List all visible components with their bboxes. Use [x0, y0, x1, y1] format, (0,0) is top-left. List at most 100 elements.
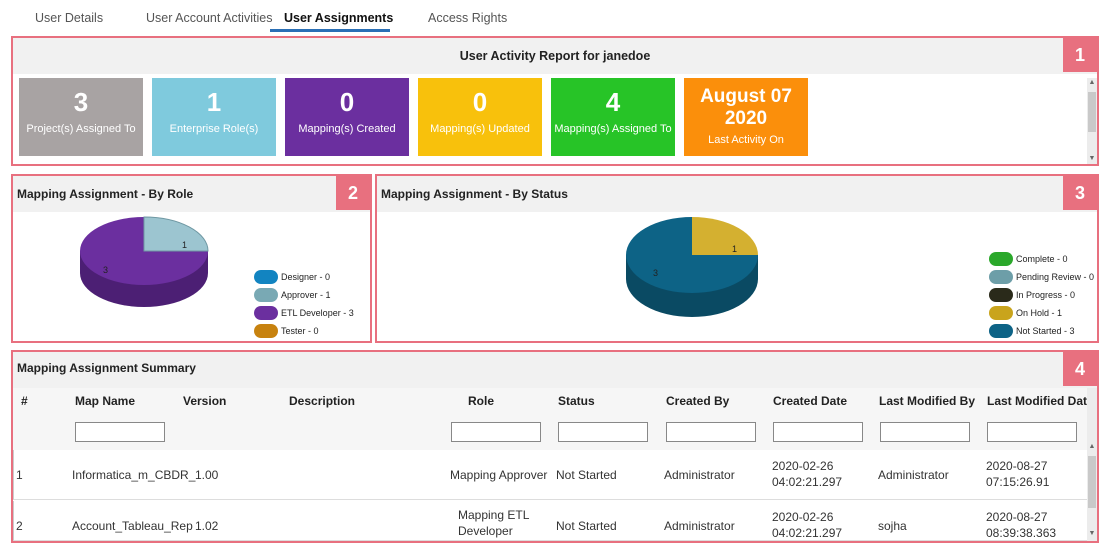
scrollbar-thumb[interactable]	[1088, 456, 1096, 508]
cell-last-modified-date: 2020-08-27 07:15:26.91	[986, 458, 1049, 490]
cell-created-date: 2020-02-26 04:02:21.297	[772, 458, 842, 490]
scrollbar-thumb[interactable]	[1088, 92, 1096, 132]
legend-label: ETL Developer - 3	[281, 308, 354, 318]
cell-role: Mapping Approver	[450, 467, 547, 483]
column-header-last-modified-date[interactable]: Last Modified Date	[987, 394, 1094, 408]
column-header-map-name[interactable]: Map Name	[75, 394, 135, 408]
scroll-up-arrow-icon[interactable]: ▲	[1087, 442, 1097, 452]
cell-status: Not Started	[556, 468, 617, 482]
map-name-filter-input[interactable]	[75, 422, 165, 442]
column-header-role[interactable]: Role	[468, 394, 494, 408]
pie-slice-approver[interactable]	[143, 216, 209, 252]
column-header-status[interactable]: Status	[558, 394, 595, 408]
section-badge-3: 3	[1063, 176, 1097, 210]
scroll-down-arrow-icon[interactable]: ▼	[1087, 529, 1097, 539]
column-header-version[interactable]: Version	[183, 394, 226, 408]
legend-swatch	[254, 324, 278, 338]
legend-tester[interactable]: Tester - 0	[254, 324, 354, 342]
tab-user-assignments[interactable]: User Assignments	[284, 11, 393, 25]
scroll-up-arrow-icon[interactable]: ▲	[1087, 78, 1097, 88]
tile-caption: Mapping(s) Updated	[430, 123, 530, 135]
active-tab-indicator	[270, 29, 390, 32]
legend-swatch	[254, 270, 278, 284]
by-role-header: Mapping Assignment - By Role	[13, 176, 370, 212]
mappings-assigned-tile[interactable]: 4 Mapping(s) Assigned To	[551, 78, 675, 156]
tile-value: 4	[605, 87, 621, 117]
legend-pending-review[interactable]: Pending Review - 0	[989, 270, 1094, 288]
legend-label: In Progress - 0	[1016, 290, 1076, 300]
created-by-filter-input[interactable]	[666, 422, 756, 442]
tile-caption: Last Activity On	[708, 134, 784, 146]
summary-scrollbar[interactable]: ▲ ▼	[1087, 388, 1097, 541]
tile-value: August 07 2020	[700, 86, 792, 129]
status-filter-input[interactable]	[558, 422, 648, 442]
legend-swatch	[254, 288, 278, 302]
pie-label-on-hold: 1	[732, 244, 737, 254]
tile-caption: Enterprise Role(s)	[169, 123, 259, 135]
column-header-description[interactable]: Description	[289, 394, 355, 408]
user-activity-report-panel: User Activity Report for janedoe 1 3 Pro…	[11, 36, 1099, 166]
legend-approver[interactable]: Approver - 1	[254, 288, 354, 306]
legend-complete[interactable]: Complete - 0	[989, 252, 1094, 270]
pie-slice-on-hold[interactable]	[692, 217, 758, 255]
tab-user-account-activities[interactable]: User Account Activities	[146, 11, 272, 25]
by-status-pie-chart[interactable]: 1 3	[377, 212, 977, 342]
cell-version: 1.00	[195, 468, 219, 482]
cell-last-modified-date: 2020-08-27 08:39:38.363	[986, 509, 1056, 540]
column-header-last-modified-by[interactable]: Last Modified By	[879, 394, 975, 408]
cell-status: Not Started	[556, 519, 617, 533]
role-filter-input[interactable]	[451, 422, 541, 442]
cell-last-modified-by: sojha	[878, 519, 907, 533]
tab-access-rights[interactable]: Access Rights	[428, 11, 507, 25]
section-badge-1: 1	[1063, 38, 1097, 72]
by-status-legend: Complete - 0 Pending Review - 0 In Progr…	[989, 252, 1094, 342]
legend-designer[interactable]: Designer - 0	[254, 270, 354, 288]
scroll-down-arrow-icon[interactable]: ▼	[1087, 154, 1097, 164]
enterprise-roles-tile[interactable]: 1 Enterprise Role(s)	[152, 78, 276, 156]
legend-etl-developer[interactable]: ETL Developer - 3	[254, 306, 354, 324]
column-header-created-date[interactable]: Created Date	[773, 394, 847, 408]
last-modified-date-filter-input[interactable]	[987, 422, 1077, 442]
cell-number: 2	[16, 519, 23, 533]
legend-on-hold[interactable]: On Hold - 1	[989, 306, 1094, 324]
grid-header: # Map Name Version Description Role Stat…	[13, 388, 1094, 450]
legend-swatch	[989, 288, 1013, 302]
pie-label-not-started: 3	[653, 268, 658, 278]
legend-label: Not Started - 3	[1016, 326, 1075, 336]
last-modified-by-filter-input[interactable]	[880, 422, 970, 442]
mappings-updated-tile[interactable]: 0 Mapping(s) Updated	[418, 78, 542, 156]
legend-label: Designer - 0	[281, 272, 331, 282]
legend-swatch	[254, 306, 278, 320]
projects-assigned-tile[interactable]: 3 Project(s) Assigned To	[19, 78, 143, 156]
column-header-number[interactable]: #	[21, 394, 28, 408]
section-badge-4: 4	[1063, 352, 1097, 386]
tile-caption: Project(s) Assigned To	[26, 123, 136, 135]
summary-header: Mapping Assignment Summary	[13, 352, 1097, 388]
by-status-title: Mapping Assignment - By Status	[381, 187, 568, 201]
legend-in-progress[interactable]: In Progress - 0	[989, 288, 1094, 306]
tile-value: 0	[472, 87, 488, 117]
by-role-title: Mapping Assignment - By Role	[17, 187, 194, 201]
by-status-header: Mapping Assignment - By Status	[377, 176, 1097, 212]
legend-swatch	[989, 252, 1013, 266]
legend-not-started[interactable]: Not Started - 3	[989, 324, 1094, 342]
created-date-filter-input[interactable]	[773, 422, 863, 442]
cell-created-by: Administrator	[664, 519, 735, 533]
table-row[interactable]: 2 Account_Tableau_Rep 1.02 Mapping ETL De…	[13, 501, 1087, 541]
mappings-created-tile[interactable]: 0 Mapping(s) Created	[285, 78, 409, 156]
table-row[interactable]: 1 Informatica_m_CBDR_ 1.00 Mapping Appro…	[13, 450, 1087, 500]
tab-bar: User Details User Account Activities Use…	[0, 0, 1099, 32]
legend-label: On Hold - 1	[1016, 308, 1063, 318]
cell-date-line: 2020-02-26	[772, 510, 834, 524]
last-activity-tile[interactable]: August 07 2020 Last Activity On	[684, 78, 808, 156]
legend-swatch	[989, 324, 1013, 338]
column-header-created-by[interactable]: Created By	[666, 394, 729, 408]
activity-scrollbar[interactable]: ▲ ▼	[1087, 78, 1097, 164]
activity-report-title: User Activity Report for janedoe	[13, 38, 1097, 74]
cell-created-by: Administrator	[664, 468, 735, 482]
cell-role: Mapping ETL Developer	[458, 507, 529, 539]
pie-label-etl-developer: 3	[103, 265, 108, 275]
mapping-assignment-summary-panel: Mapping Assignment Summary 4 # Map Name …	[11, 350, 1099, 543]
cell-map-name: Informatica_m_CBDR_	[72, 468, 196, 482]
tab-user-details[interactable]: User Details	[35, 11, 103, 25]
